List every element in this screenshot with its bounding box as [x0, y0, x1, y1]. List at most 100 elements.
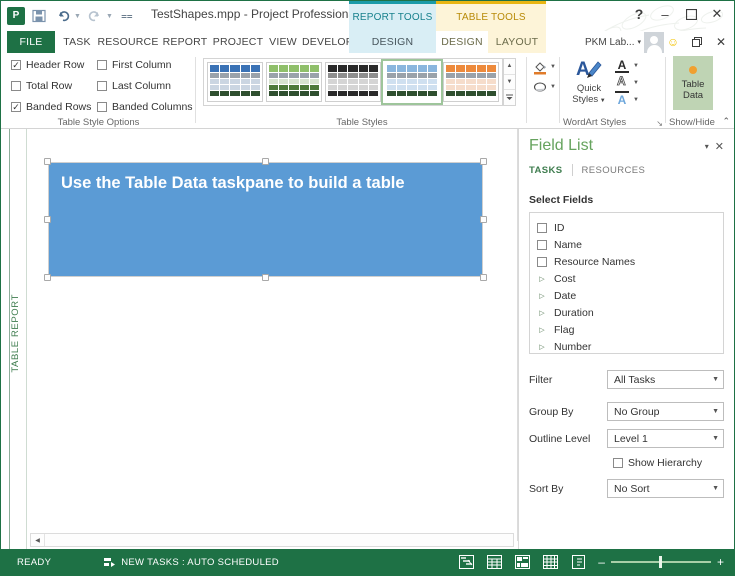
report-text-shape[interactable]: Use the Table Data taskpane to build a t… [48, 162, 483, 277]
quick-styles-button[interactable]: A Quick Styles ▼ [567, 57, 611, 109]
field-item-cost[interactable]: ▷ Cost [535, 270, 718, 287]
field-item-resource-names[interactable]: Resource Names [535, 253, 718, 270]
chevron-down-icon[interactable]: ▼ [712, 408, 719, 415]
field-id-checkbox[interactable] [537, 222, 547, 233]
resize-handle-top-left[interactable] [44, 158, 51, 165]
filter-dropdown[interactable]: All Tasks ▼ [607, 370, 724, 389]
undo-icon[interactable] [53, 6, 73, 26]
minimize-icon[interactable]: – [652, 3, 678, 25]
table-style-orange[interactable] [443, 62, 499, 102]
zoom-slider[interactable]: – + [598, 556, 724, 568]
restore-window-icon[interactable] [686, 31, 708, 53]
field-name-checkbox[interactable] [537, 239, 547, 250]
resize-handle-bottom-center[interactable] [262, 274, 269, 281]
field-item-name[interactable]: Name [535, 236, 718, 253]
first-column-checkbox[interactable] [97, 60, 107, 70]
selected-shape-wrapper[interactable]: Use the Table Data taskpane to build a t… [43, 157, 488, 282]
field-item-duration[interactable]: ▷ Duration [535, 304, 718, 321]
feedback-smiley-icon[interactable]: ☺ [662, 31, 684, 53]
wordart-dialog-launcher-icon[interactable]: ↘ [656, 119, 663, 128]
checkbox-last-column[interactable]: Last Column [97, 80, 171, 92]
text-fill-button[interactable]: A ▼ [613, 57, 661, 74]
resize-handle-top-right[interactable] [480, 158, 487, 165]
close-window-icon[interactable]: ✕ [710, 31, 732, 53]
chevron-right-icon[interactable]: ▷ [539, 326, 544, 334]
resize-handle-middle-left[interactable] [44, 216, 51, 223]
save-icon[interactable] [29, 6, 49, 26]
text-outline-caret-icon[interactable]: ▼ [633, 80, 639, 86]
taskpane-tab-tasks[interactable]: TASKS [529, 165, 572, 176]
field-list-box[interactable]: ID Name Resource Names ▷ Cost ▷ Date ▷ D… [529, 212, 724, 354]
table-data-button[interactable]: Table Data [673, 56, 713, 110]
show-hierarchy-checkbox[interactable] [613, 458, 623, 468]
shape-fill-button[interactable]: ▼ [532, 59, 556, 75]
task-sheet-view-icon[interactable] [486, 554, 502, 570]
tab-project[interactable]: PROJECT [211, 31, 265, 53]
gantt-chart-view-icon[interactable] [458, 554, 474, 570]
report-canvas[interactable]: Use the Table Data taskpane to build a t… [28, 129, 516, 549]
table-style-blue-dark[interactable] [207, 62, 263, 102]
zoom-in-icon[interactable]: + [717, 556, 724, 568]
field-item-date[interactable]: ▷ Date [535, 287, 718, 304]
text-fill-caret-icon[interactable]: ▼ [633, 63, 639, 69]
status-new-tasks[interactable]: NEW TASKS : AUTO SCHEDULED [103, 556, 279, 568]
outline-level-dropdown[interactable]: Level 1 ▼ [607, 429, 724, 448]
resource-sheet-view-icon[interactable] [542, 554, 558, 570]
restore-icon[interactable] [678, 3, 704, 25]
show-hierarchy-row[interactable]: Show Hierarchy [529, 457, 724, 469]
avatar[interactable] [644, 31, 664, 53]
horizontal-scrollbar[interactable]: ◀ [30, 533, 514, 547]
group-by-dropdown[interactable]: No Group ▼ [607, 402, 724, 421]
tab-table-layout[interactable]: LAYOUT [488, 31, 546, 53]
account-box[interactable]: PKM Lab... ▾ [585, 31, 664, 53]
taskpane-menu-icon[interactable]: ▾ [705, 142, 709, 151]
account-caret-icon[interactable]: ▾ [637, 38, 641, 46]
zoom-track[interactable] [610, 556, 711, 568]
gallery-more-icon[interactable] [504, 90, 515, 106]
checkbox-first-column[interactable]: First Column [97, 59, 172, 71]
checkbox-banded-rows[interactable]: Banded Rows [11, 101, 91, 113]
banded-rows-checkbox[interactable] [11, 102, 21, 112]
tab-view[interactable]: VIEW [265, 31, 301, 53]
collapse-ribbon-icon[interactable]: ⌃ [722, 116, 730, 127]
header-row-checkbox[interactable] [11, 60, 21, 70]
tab-resource[interactable]: RESOURCE [97, 31, 159, 53]
close-icon[interactable]: ✕ [704, 3, 730, 25]
resize-handle-bottom-left[interactable] [44, 274, 51, 281]
scroll-left-icon[interactable]: ◀ [31, 534, 45, 546]
checkbox-banded-columns[interactable]: Banded Columns [97, 101, 193, 113]
gallery-scroll-down-icon[interactable]: ▼ [504, 74, 515, 91]
shape-effects-button[interactable]: ▼ [532, 79, 556, 95]
gallery-scroll-up-icon[interactable]: ▲ [504, 59, 515, 75]
zoom-thumb[interactable] [658, 556, 662, 568]
table-style-blue-light[interactable] [381, 59, 443, 105]
undo-dropdown-caret[interactable]: ▼ [74, 13, 81, 20]
shape-fill-caret-icon[interactable]: ▼ [550, 64, 556, 70]
chevron-right-icon[interactable]: ▷ [539, 292, 544, 300]
field-item-id[interactable]: ID [535, 219, 718, 236]
chevron-right-icon[interactable]: ▷ [539, 275, 544, 283]
banded-columns-checkbox[interactable] [97, 102, 107, 112]
chevron-right-icon[interactable]: ▷ [539, 309, 544, 317]
customize-qat-icon[interactable]: ⩵ [117, 6, 137, 26]
checkbox-total-row[interactable]: Total Row [11, 80, 72, 92]
tab-report-design[interactable]: DESIGN [349, 31, 436, 53]
field-item-number[interactable]: ▷ Number [535, 338, 718, 353]
tab-task[interactable]: TASK [57, 31, 97, 53]
sort-by-dropdown[interactable]: No Sort ▼ [607, 479, 724, 498]
taskpane-tab-resources[interactable]: RESOURCES [573, 165, 655, 176]
text-outline-button[interactable]: A ▼ [613, 73, 661, 93]
team-planner-view-icon[interactable] [514, 554, 530, 570]
table-styles-gallery[interactable] [203, 58, 503, 106]
text-effects-caret-icon[interactable]: ▼ [633, 97, 639, 103]
chevron-down-icon[interactable]: ▼ [712, 485, 719, 492]
chevron-right-icon[interactable]: ▷ [539, 343, 544, 351]
checkbox-header-row[interactable]: Header Row [11, 59, 84, 71]
resize-handle-middle-right[interactable] [480, 216, 487, 223]
last-column-checkbox[interactable] [97, 81, 107, 91]
chevron-down-icon[interactable]: ▼ [712, 376, 719, 383]
text-effects-button[interactable]: A ▼ [613, 91, 661, 108]
chevron-down-icon[interactable]: ▼ [712, 435, 719, 442]
table-style-green[interactable] [266, 62, 322, 102]
field-resource-names-checkbox[interactable] [537, 256, 547, 267]
